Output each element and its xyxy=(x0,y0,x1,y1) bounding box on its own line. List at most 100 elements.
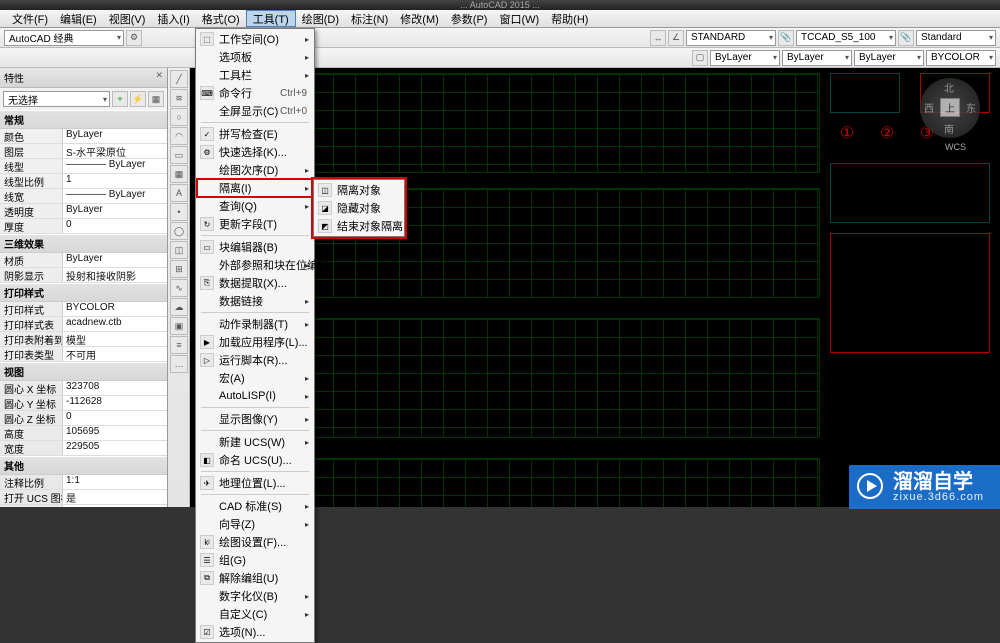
prop-value[interactable]: acadnew.ctb xyxy=(62,317,167,331)
menu-dim[interactable]: 标注(N) xyxy=(345,10,394,27)
menu-param[interactable]: 参数(P) xyxy=(445,10,494,27)
prop-row[interactable]: 在原点显示 UCS 图标是 xyxy=(0,505,167,507)
compass-top[interactable]: 上 xyxy=(940,98,960,117)
scale-combo[interactable]: TCCAD_S5_100 xyxy=(796,30,896,46)
prop-value[interactable]: 不可用 xyxy=(62,347,167,361)
menu-item[interactable]: 新建 UCS(W)▸ xyxy=(197,433,313,451)
menu-item[interactable]: 数据链接▸ xyxy=(197,292,313,310)
prop-value[interactable]: ———— ByLayer xyxy=(62,189,167,203)
menu-item[interactable]: CAD 标准(S)▸ xyxy=(197,497,313,515)
menu-file[interactable]: 文件(F) xyxy=(6,10,54,27)
layer-combo-3[interactable]: ByLayer xyxy=(854,50,924,66)
menu-item[interactable]: 全屏显示(C)Ctrl+0 xyxy=(197,102,313,120)
close-icon[interactable]: ✕ xyxy=(155,70,163,85)
menu-item[interactable]: ▷运行脚本(R)... xyxy=(197,351,313,369)
hatch-icon[interactable]: ▦ xyxy=(170,165,188,183)
select-objects-icon[interactable]: ▦ xyxy=(148,91,164,107)
menu-item[interactable]: 显示图像(Y)▸ xyxy=(197,410,313,428)
menu-window[interactable]: 窗口(W) xyxy=(493,10,545,27)
menu-format[interactable]: 格式(O) xyxy=(196,10,246,27)
quick-select-icon[interactable]: ⚡ xyxy=(130,91,146,107)
prop-row[interactable]: 阴影显示投射和接收阴影 xyxy=(0,268,167,283)
std-combo-2[interactable]: Standard xyxy=(916,30,996,46)
prop-value[interactable]: 是 xyxy=(62,505,167,507)
menu-tools[interactable]: 工具(T) xyxy=(246,10,296,27)
selection-combo[interactable]: 无选择 xyxy=(3,91,110,107)
pick-add-icon[interactable]: + xyxy=(112,91,128,107)
menu-draw[interactable]: 绘图(D) xyxy=(296,10,345,27)
spline-icon[interactable]: ∿ xyxy=(170,279,188,297)
prop-value[interactable]: ———— ByLayer xyxy=(62,159,167,173)
menu-item[interactable]: ⚙快速选择(K)... xyxy=(197,143,313,161)
submenu-item[interactable]: ◫隔离对象 xyxy=(315,181,403,199)
point-icon[interactable]: • xyxy=(170,203,188,221)
submenu-item[interactable]: ◩结束对象隔离 xyxy=(315,217,403,235)
prop-value[interactable]: 0 xyxy=(62,219,167,233)
menu-view[interactable]: 视图(V) xyxy=(103,10,152,27)
menu-item[interactable]: ⌨命令行Ctrl+9 xyxy=(197,84,313,102)
prop-row[interactable]: 透明度ByLayer xyxy=(0,204,167,219)
prop-row[interactable]: 注释比例1:1 xyxy=(0,475,167,490)
menu-item[interactable]: 外部参照和块在位编辑▸ xyxy=(197,256,313,274)
prop-group-head[interactable]: 其他 xyxy=(0,456,167,475)
menu-item[interactable]: ☑选项(N)... xyxy=(197,623,313,641)
more-icon[interactable]: … xyxy=(170,355,188,373)
menu-item[interactable]: ✈地理位置(L)... xyxy=(197,474,313,492)
arc-icon[interactable]: ◠ xyxy=(170,127,188,145)
text-icon[interactable]: A xyxy=(170,184,188,202)
line-icon[interactable]: ╱ xyxy=(170,70,188,88)
rect-icon[interactable]: ▭ xyxy=(170,146,188,164)
block-icon[interactable]: ◫ xyxy=(170,241,188,259)
menu-item[interactable]: 宏(A)▸ xyxy=(197,369,313,387)
menu-item[interactable]: ▶加载应用程序(L)... xyxy=(197,333,313,351)
dim-icon[interactable]: ↔ xyxy=(650,30,666,46)
prop-value[interactable]: ByLayer xyxy=(62,129,167,143)
std-pin-icon[interactable]: 📎 xyxy=(898,30,914,46)
prop-row[interactable]: 图层S-水平梁原位 xyxy=(0,144,167,159)
menu-item[interactable]: 向导(Z)▸ xyxy=(197,515,313,533)
menu-item[interactable]: ⎘数据提取(X)... xyxy=(197,274,313,292)
menu-item[interactable]: ✓拼写检查(E) xyxy=(197,125,313,143)
menu-edit[interactable]: 编辑(E) xyxy=(54,10,103,27)
workspace-combo[interactable]: AutoCAD 经典 xyxy=(4,30,124,46)
menu-modify[interactable]: 修改(M) xyxy=(394,10,445,27)
pin-icon[interactable]: 📎 xyxy=(778,30,794,46)
menu-insert[interactable]: 插入(I) xyxy=(151,10,195,27)
menu-item[interactable]: ◧命名 UCS(U)... xyxy=(197,451,313,469)
prop-row[interactable]: 宽度229505 xyxy=(0,441,167,456)
prop-value[interactable]: ByLayer xyxy=(62,253,167,267)
menu-item[interactable]: 数字化仪(B)▸ xyxy=(197,587,313,605)
prop-row[interactable]: 打印样式BYCOLOR xyxy=(0,302,167,317)
prop-row[interactable]: 材质ByLayer xyxy=(0,253,167,268)
menu-item[interactable]: 查询(Q)▸ xyxy=(197,197,313,215)
prop-value[interactable]: S-水平梁原位 xyxy=(62,144,167,158)
prop-row[interactable]: 厚度0 xyxy=(0,219,167,234)
prop-value[interactable]: 0 xyxy=(62,411,167,425)
color-combo[interactable]: BYCOLOR xyxy=(926,50,996,66)
ellipse-icon[interactable]: ◯ xyxy=(170,222,188,240)
prop-group-head[interactable]: 常规 xyxy=(0,110,167,129)
isolate-submenu[interactable]: ◫隔离对象◪隐藏对象◩结束对象隔离 xyxy=(313,179,405,237)
menu-item[interactable]: ▭块编辑器(B) xyxy=(197,238,313,256)
menu-item[interactable]: 工具栏▸ xyxy=(197,66,313,84)
angle-icon[interactable]: ∠ xyxy=(668,30,684,46)
prop-value[interactable]: 105695 xyxy=(62,426,167,440)
prop-row[interactable]: 圆心 X 坐标323708 xyxy=(0,381,167,396)
menu-item[interactable]: 绘图次序(D)▸ xyxy=(197,161,313,179)
gear-icon[interactable]: ⚙ xyxy=(126,30,142,46)
menu-item[interactable]: 隔离(I)▸ xyxy=(197,179,313,197)
menu-item[interactable]: 动作录制器(T)▸ xyxy=(197,315,313,333)
prop-row[interactable]: 颜色ByLayer xyxy=(0,129,167,144)
layer-color-icon[interactable]: ▢ xyxy=(692,50,708,66)
viewcube[interactable]: 北 南 东 西 上 xyxy=(920,78,980,138)
prop-row[interactable]: 打印表类型不可用 xyxy=(0,347,167,362)
prop-row[interactable]: 圆心 Y 坐标-112628 xyxy=(0,396,167,411)
prop-value[interactable]: 是 xyxy=(62,490,167,504)
prop-group-head[interactable]: 视图 xyxy=(0,362,167,381)
prop-value[interactable]: 模型 xyxy=(62,332,167,346)
menu-item[interactable]: ⬚工作空间(O)▸ xyxy=(197,30,313,48)
circle-icon[interactable]: ○ xyxy=(170,108,188,126)
menu-item[interactable]: 选项板▸ xyxy=(197,48,313,66)
menu-item[interactable]: ☰组(G) xyxy=(197,551,313,569)
revision-cloud-icon[interactable]: ☁ xyxy=(170,298,188,316)
